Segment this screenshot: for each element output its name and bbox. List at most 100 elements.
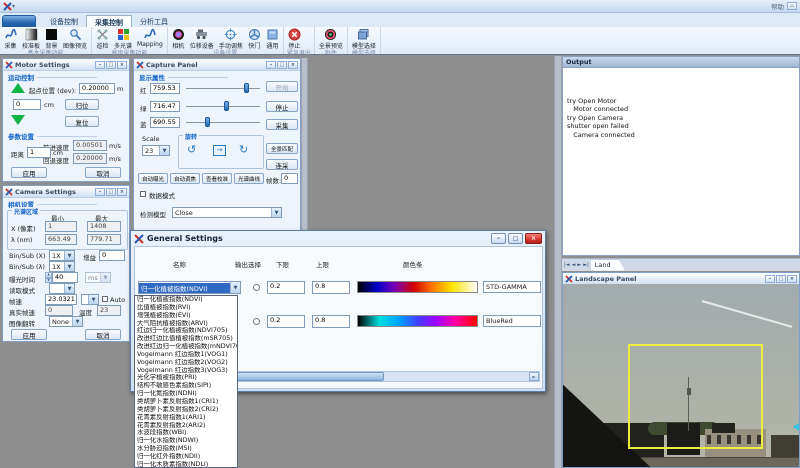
tab-next-icon[interactable]: ►: [577, 262, 581, 268]
read-mode-combo[interactable]: ▼: [49, 283, 75, 294]
framerate-auto-checkbox[interactable]: [102, 296, 108, 302]
camera-apply-button[interactable]: 应用: [11, 329, 47, 340]
red-slider-thumb[interactable]: [244, 83, 249, 93]
tab-last-icon[interactable]: ►|: [583, 262, 589, 268]
mapping-button[interactable]: Mapping: [136, 28, 164, 50]
exposure-unit-combo[interactable]: ms▼: [85, 272, 111, 283]
view-calibration-button[interactable]: 查看校准: [202, 173, 232, 184]
upper-limit-input[interactable]: 0.8: [312, 315, 350, 328]
dropdown-item[interactable]: 红边归一化植被指数(NDVI705): [135, 327, 237, 335]
camera-cancel-button[interactable]: 取消: [85, 329, 121, 340]
acquire-capture-button[interactable]: 采集: [266, 119, 298, 130]
minimize-icon[interactable]: –: [765, 275, 775, 283]
dropdown-item[interactable]: 增强植被指数(EVI): [135, 312, 237, 320]
auto-exposure-button[interactable]: 自动曝光: [138, 173, 168, 184]
frame-count-input[interactable]: 0: [281, 173, 298, 184]
framerate-combo[interactable]: ▼: [81, 294, 99, 305]
bin-lambda-combo[interactable]: 1X▼: [49, 261, 75, 272]
dropdown-item[interactable]: 比值植被指数(RVI): [135, 304, 237, 312]
dropdown-item[interactable]: Vogelmann 红边指数2(VOG2): [135, 359, 237, 367]
tab-first-icon[interactable]: |◄: [564, 262, 570, 268]
dropdown-item[interactable]: 改进红边比值植被指数(mSR705): [135, 335, 237, 343]
general-settings-titlebar[interactable]: General Settings – □ ×: [131, 231, 545, 246]
home-button[interactable]: 归位: [65, 99, 99, 110]
bin-x-combo[interactable]: 1X▼: [49, 250, 75, 261]
stop-button[interactable]: 停止: [287, 28, 302, 50]
vertical-splitter[interactable]: [554, 56, 562, 468]
camera-button[interactable]: 相机: [171, 28, 186, 50]
manual-focus-button[interactable]: 手动调焦: [218, 28, 244, 50]
data-mode-checkbox[interactable]: [140, 191, 146, 197]
dropdown-item[interactable]: Vogelmann 红边指数1(VOG1): [135, 351, 237, 359]
app-menu-button[interactable]: [2, 15, 36, 27]
panorama-preview-button[interactable]: 全景预览: [318, 28, 344, 50]
motor-settings-titlebar[interactable]: Motor Settings –□×: [3, 59, 129, 71]
tab-device-control[interactable]: 设备控制: [42, 15, 86, 27]
multispectral-button[interactable]: 多光谱: [113, 28, 133, 50]
dropdown-item[interactable]: 大气阻抗植被指数(ARVI): [135, 320, 237, 328]
green-slider-thumb[interactable]: [224, 101, 229, 111]
spectral-curve-button[interactable]: 光谱曲线: [234, 173, 264, 184]
dropdown-item[interactable]: Vogelmann 红边指数3(VOG3): [135, 367, 237, 375]
model-select-button[interactable]: 模型选择: [351, 28, 377, 50]
image-preview-button[interactable]: 图像预览: [62, 28, 88, 50]
output-select-checkbox[interactable]: [253, 318, 260, 325]
motor-apply-button[interactable]: 应用: [11, 167, 47, 178]
maximize-icon[interactable]: □: [776, 275, 786, 283]
minimize-icon[interactable]: –: [266, 61, 276, 69]
green-wavelength-input[interactable]: 716.47: [150, 101, 180, 112]
roi-rectangle[interactable]: [628, 344, 763, 449]
window-minimize-icon[interactable]: ▫: [787, 2, 797, 10]
dropdown-item[interactable]: 水波段指数(WBI): [135, 429, 237, 437]
scale-combo[interactable]: 23▼: [142, 145, 170, 156]
general-settings-button[interactable]: 通用: [265, 28, 280, 50]
green-slider[interactable]: [186, 101, 260, 111]
shutter-button[interactable]: 快门: [247, 28, 262, 50]
maximize-icon[interactable]: □: [106, 188, 116, 196]
move-down-button[interactable]: [11, 115, 25, 125]
image-flip-combo[interactable]: None▼: [49, 316, 83, 327]
scroll-right-icon[interactable]: ►: [529, 372, 539, 381]
continuous-capture-button[interactable]: 连采: [266, 159, 298, 170]
quick-access-caret-icon[interactable]: ▾: [12, 3, 15, 10]
blue-wavelength-input[interactable]: 690.55: [150, 117, 180, 128]
start-position-input[interactable]: 0.20000: [79, 83, 115, 94]
capture-panel-titlebar[interactable]: Capture Panel –□×: [134, 59, 300, 71]
inspection-button[interactable]: 巡检: [95, 28, 110, 50]
close-icon[interactable]: ×: [525, 233, 542, 244]
framerate-input[interactable]: 23.0321: [45, 294, 77, 305]
dropdown-item[interactable]: 归一化氮指数(NDNI): [135, 390, 237, 398]
camera-settings-titlebar[interactable]: Camera Settings –□×: [3, 186, 129, 198]
dropdown-item[interactable]: 归一化水指数(NDWI): [135, 437, 237, 445]
dropdown-item[interactable]: 改进红边归一化植被指数(mNDVI705): [135, 343, 237, 351]
blue-slider-thumb[interactable]: [205, 117, 210, 127]
close-icon[interactable]: ×: [117, 61, 127, 69]
motor-cancel-button[interactable]: 取消: [85, 167, 121, 178]
rotate-cw-icon[interactable]: ↻: [239, 144, 248, 156]
lut-name-box[interactable]: STD-GAMMA: [483, 281, 541, 293]
blue-slider[interactable]: [186, 117, 260, 127]
rotate-ccw-icon[interactable]: ↺: [187, 144, 196, 156]
detect-model-combo[interactable]: Close▼: [172, 207, 282, 218]
panorama-match-button[interactable]: 全景匹配: [266, 143, 298, 154]
close-icon[interactable]: ×: [117, 188, 127, 196]
dropdown-item[interactable]: 水分胁迫指数(MSI): [135, 445, 237, 453]
dropdown-item[interactable]: 结构不敏感色素指数(SIPI): [135, 382, 237, 390]
reset-button[interactable]: 复位: [65, 116, 99, 127]
gain-input[interactable]: 0: [99, 250, 125, 261]
upper-limit-input[interactable]: 0.8: [312, 281, 350, 294]
stage-device-button[interactable]: 位移设备: [189, 28, 215, 50]
acquire-button[interactable]: 采集: [3, 28, 18, 50]
background-button[interactable]: 背景: [44, 28, 59, 50]
dropdown-item[interactable]: 归一化红外指数(NDII): [135, 453, 237, 461]
close-icon[interactable]: ×: [787, 275, 797, 283]
dropdown-item[interactable]: 类胡萝卜素反射指数1(CRI1): [135, 398, 237, 406]
maximize-icon[interactable]: □: [106, 61, 116, 69]
flip-horizontal-icon[interactable]: →: [213, 145, 226, 156]
dropdown-item[interactable]: 类胡萝卜素反射指数2(CRI2): [135, 406, 237, 414]
move-up-button[interactable]: [11, 83, 25, 93]
red-wavelength-input[interactable]: 759.53: [150, 83, 180, 94]
lut-name-box[interactable]: BlueRed: [483, 315, 541, 327]
dropdown-item[interactable]: 花青素反射指数1(ARI1): [135, 414, 237, 422]
minimize-icon[interactable]: –: [491, 233, 506, 244]
